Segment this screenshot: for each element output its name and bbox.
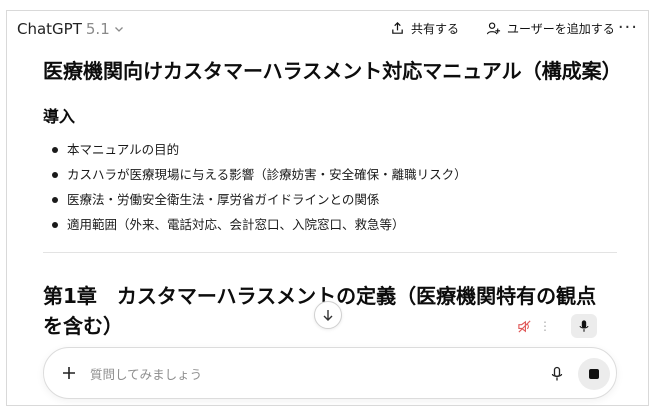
list-item: 本マニュアルの目的 — [43, 137, 617, 162]
share-icon — [392, 22, 403, 34]
chat-window: ChatGPT 5.1 共有する ユーザーを追加する ··· 医療機関向けカスタ… — [6, 10, 649, 406]
dictate-button[interactable] — [546, 363, 568, 385]
more-icon[interactable]: ··· — [618, 17, 638, 38]
plus-icon — [63, 367, 75, 379]
arrow-down-icon — [323, 310, 333, 321]
document-title: 医療機関向けカスタマーハラスメント対応マニュアル（構成案） — [43, 59, 622, 83]
top-bar: ChatGPT 5.1 共有する ユーザーを追加する ··· — [7, 11, 648, 49]
section-divider — [43, 252, 617, 253]
model-version: 5.1 — [85, 20, 110, 38]
add-user-button[interactable]: ユーザーを追加する — [486, 20, 615, 37]
list-item: 医療法・労働安全衛生法・厚労省ガイドラインとの関係 — [43, 187, 617, 212]
scroll-down-button[interactable] — [314, 301, 342, 329]
intro-heading: 導入 — [43, 107, 76, 126]
voice-mute-button[interactable] — [513, 315, 535, 337]
stop-icon — [589, 369, 599, 379]
share-button[interactable]: 共有する — [390, 20, 459, 37]
stop-button[interactable] — [578, 358, 610, 390]
add-user-icon — [486, 22, 501, 35]
prompt-input[interactable] — [90, 362, 510, 386]
model-selector[interactable]: ChatGPT 5.1 — [17, 20, 124, 38]
add-user-label: ユーザーを追加する — [507, 22, 615, 36]
intro-list: 本マニュアルの目的 カスハラが医療現場に与える影響（診療妨害・安全確保・離職リス… — [43, 137, 617, 237]
voice-controls: ⋮ — [513, 314, 609, 338]
message-content: 医療機関向けカスタマーハラスメント対応マニュアル（構成案） 導入 本マニュアルの… — [43, 57, 622, 237]
message-composer — [43, 347, 617, 399]
microphone-icon — [551, 366, 563, 381]
microphone-icon — [579, 320, 589, 332]
add-attachment-button[interactable] — [58, 362, 80, 384]
list-item: カスハラが医療現場に与える影響（診療妨害・安全確保・離職リスク） — [43, 162, 617, 187]
voice-mic-button[interactable] — [571, 314, 597, 338]
share-label: 共有する — [411, 22, 460, 36]
list-item: 適用範囲（外来、電話対応、会計窓口、入院窓口、救急等） — [43, 212, 617, 237]
speaker-muted-icon — [517, 319, 531, 333]
model-name: ChatGPT — [17, 20, 82, 38]
voice-options-icon[interactable]: ⋮ — [535, 319, 555, 333]
chevron-down-icon — [114, 27, 123, 32]
